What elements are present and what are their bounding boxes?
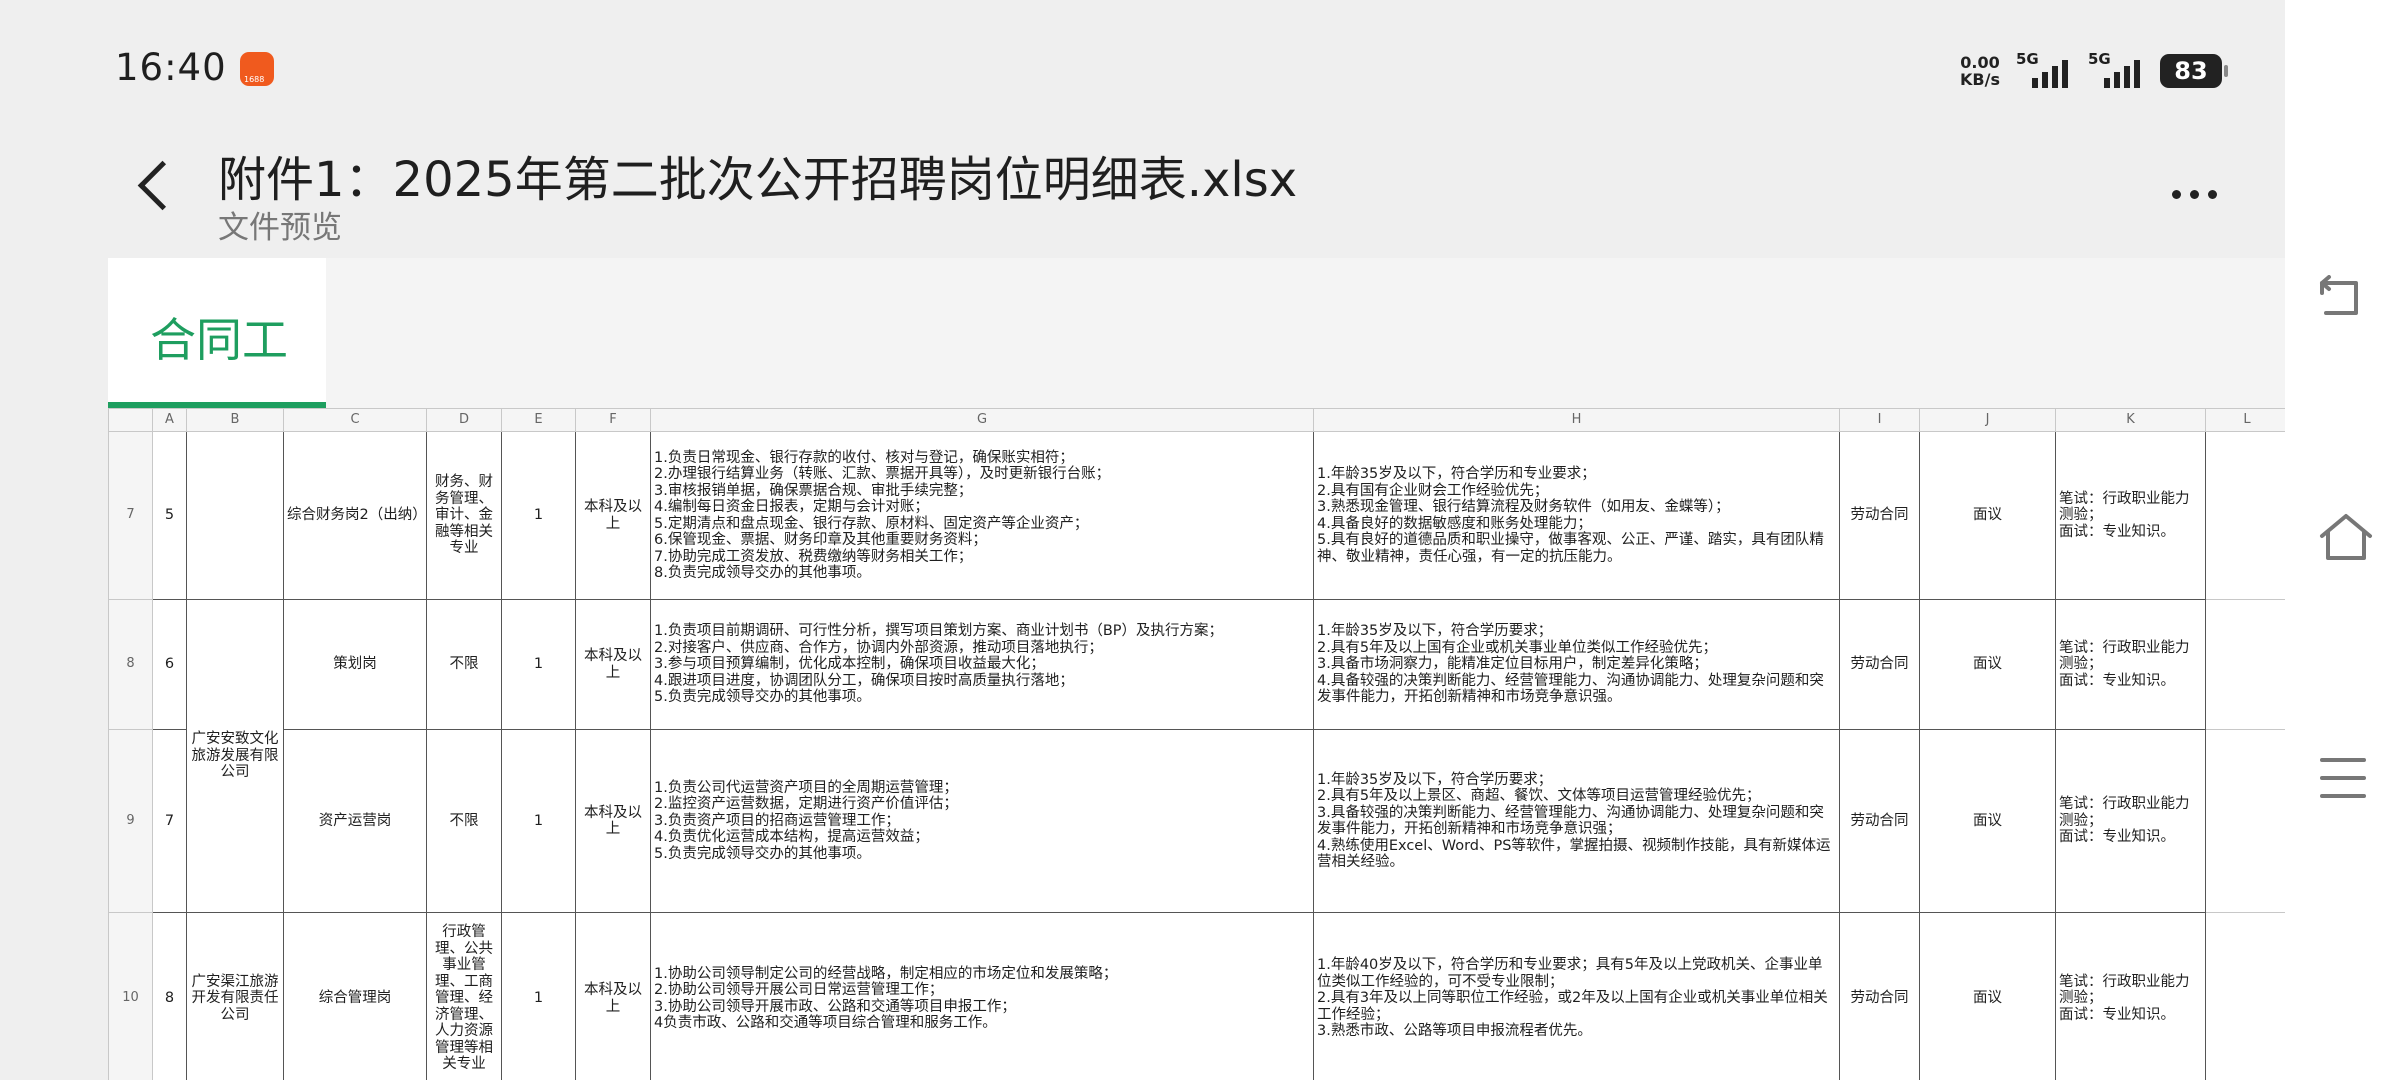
- row-header[interactable]: 9: [108, 729, 153, 913]
- cell-k[interactable]: 笔试：行政职业能力测验； 面试：专业知识。: [2055, 729, 2206, 913]
- column-header[interactable]: K: [2055, 408, 2206, 432]
- cell-j[interactable]: 面议: [1919, 729, 2056, 913]
- column-header[interactable]: C: [283, 408, 427, 432]
- cell-l[interactable]: [2205, 729, 2285, 913]
- sheet-tab-contract-worker[interactable]: 合同工: [108, 258, 326, 408]
- cell-j[interactable]: 面议: [1919, 912, 2056, 1080]
- return-icon[interactable]: [2318, 275, 2364, 321]
- spreadsheet-grid[interactable]: A B C D E F G H I J K L 7 5 综合财务岗2（出纳） 财…: [108, 408, 2285, 1080]
- cell-e[interactable]: 1: [501, 599, 576, 730]
- column-header[interactable]: L: [2205, 408, 2285, 432]
- table-row: 7 5 综合财务岗2（出纳） 财务、财务管理、审计、金融等相关专业 1 本科及以…: [108, 431, 2285, 600]
- cell-c[interactable]: 策划岗: [283, 599, 427, 730]
- cell-b-merged-company[interactable]: 广安安致文化旅游发展有限公司: [186, 599, 284, 913]
- row-header[interactable]: 10: [108, 912, 153, 1080]
- cell-h[interactable]: 1.年龄40岁及以下，符合学历和专业要求；具有5年及以上党政机关、企事业单位类似…: [1313, 912, 1840, 1080]
- page-subtitle: 文件预览: [218, 210, 342, 246]
- cell-e[interactable]: 1: [501, 912, 576, 1080]
- cell-l[interactable]: [2205, 431, 2285, 600]
- column-header[interactable]: J: [1919, 408, 2056, 432]
- cell-f[interactable]: 本科及以上: [575, 912, 651, 1080]
- cell-a[interactable]: 7: [152, 729, 187, 913]
- cell-i[interactable]: 劳动合同: [1839, 599, 1920, 730]
- cell-g[interactable]: 1.负责日常现金、银行存款的收付、核对与登记，确保账实相符； 2.办理银行结算业…: [650, 431, 1314, 600]
- cell-j[interactable]: 面议: [1919, 599, 2056, 730]
- spreadsheet-table: A B C D E F G H I J K L 7 5 综合财务岗2（出纳） 财…: [108, 408, 2285, 1080]
- battery-icon: 83: [2159, 54, 2228, 88]
- cell-a[interactable]: 5: [152, 431, 187, 600]
- cell-h[interactable]: 1.年龄35岁及以下，符合学历和专业要求； 2.具有国有企业财会工作经验优先； …: [1313, 431, 1840, 600]
- app-notification-icon: [240, 52, 274, 86]
- sheet-tabbar: [108, 258, 2285, 408]
- cell-l[interactable]: [2205, 912, 2285, 1080]
- table-row: 8 6 广安安致文化旅游发展有限公司 策划岗 不限 1 本科及以上 1.负责项目…: [108, 599, 2285, 913]
- column-header-row: A B C D E F G H I J K L: [108, 408, 2285, 432]
- cell-c[interactable]: 综合财务岗2（出纳）: [283, 431, 427, 600]
- table-row: 10 8 广安渠江旅游开发有限责任公司 综合管理岗 行政管理、公共事业管理、工商…: [108, 912, 2285, 1080]
- column-header[interactable]: I: [1839, 408, 1920, 432]
- cell-k[interactable]: 笔试：行政职业能力测验； 面试：专业知识。: [2055, 912, 2206, 1080]
- cell-f[interactable]: 本科及以上: [575, 729, 651, 913]
- cell-k[interactable]: 笔试：行政职业能力测验； 面试：专业知识。: [2055, 431, 2206, 600]
- cell-f[interactable]: 本科及以上: [575, 599, 651, 730]
- column-header[interactable]: B: [186, 408, 284, 432]
- home-icon[interactable]: [2318, 510, 2374, 566]
- cell-a[interactable]: 6: [152, 599, 187, 730]
- column-header[interactable]: A: [152, 408, 187, 432]
- signal-5g-icon: 5G: [2016, 50, 2072, 88]
- cell-d[interactable]: 不限: [426, 599, 502, 730]
- column-header[interactable]: H: [1313, 408, 1840, 432]
- column-header[interactable]: E: [501, 408, 576, 432]
- cell-k[interactable]: 笔试：行政职业能力测验； 面试：专业知识。: [2055, 599, 2206, 730]
- more-options-icon[interactable]: [2172, 190, 2217, 199]
- menu-icon[interactable]: [2320, 758, 2366, 798]
- table-row: 9 7 资产运营岗 不限 1 本科及以上 1.负责公司代运营资产项目的全周期运营…: [108, 729, 2285, 913]
- cell-g[interactable]: 1.负责公司代运营资产项目的全周期运营管理； 2.监控资产运营数据，定期进行资产…: [650, 729, 1314, 913]
- cell-j[interactable]: 面议: [1919, 431, 2056, 600]
- cell-d[interactable]: 行政管理、公共事业管理、工商管理、经济管理、人力资源管理等相关专业: [426, 912, 502, 1080]
- cell-g[interactable]: 1.负责项目前期调研、可行性分析，撰写项目策划方案、商业计划书（BP）及执行方案…: [650, 599, 1314, 730]
- page-title: 附件1：2025年第二批次公开招聘岗位明细表.xlsx: [218, 152, 1298, 208]
- cell-g[interactable]: 1.协助公司领导制定公司的经营战略，制定相应的市场定位和发展策略； 2.协助公司…: [650, 912, 1314, 1080]
- cell-e[interactable]: 1: [501, 431, 576, 600]
- file-preview-screen: 16:40 0.00 KB/s 5G 5G 83 附件1：2025年第二批次公开…: [0, 0, 2285, 1080]
- cell-d[interactable]: 财务、财务管理、审计、金融等相关专业: [426, 431, 502, 600]
- column-header[interactable]: D: [426, 408, 502, 432]
- cell-d[interactable]: 不限: [426, 729, 502, 913]
- row-header[interactable]: 7: [108, 431, 153, 600]
- column-header[interactable]: F: [575, 408, 651, 432]
- cell-i[interactable]: 劳动合同: [1839, 431, 1920, 600]
- cell-a[interactable]: 8: [152, 912, 187, 1080]
- cell-b[interactable]: 广安渠江旅游开发有限责任公司: [186, 912, 284, 1080]
- cell-c[interactable]: 资产运营岗: [283, 729, 427, 913]
- cell-c[interactable]: 综合管理岗: [283, 912, 427, 1080]
- cell-b[interactable]: [186, 431, 284, 600]
- corner-cell[interactable]: [108, 408, 153, 432]
- status-indicators: 0.00 KB/s 5G 5G 83: [1960, 50, 2228, 92]
- cell-h[interactable]: 1.年龄35岁及以下，符合学历要求； 2.具有5年及以上景区、商超、餐饮、文体等…: [1313, 729, 1840, 913]
- cell-h[interactable]: 1.年龄35岁及以下，符合学历要求； 2.具有5年及以上国有企业或机关事业单位类…: [1313, 599, 1840, 730]
- signal-5g-icon-2: 5G: [2088, 50, 2144, 88]
- cell-i[interactable]: 劳动合同: [1839, 729, 1920, 913]
- status-time: 16:40: [115, 46, 227, 89]
- network-speed: 0.00 KB/s: [1960, 53, 2000, 89]
- cell-l[interactable]: [2205, 599, 2285, 730]
- row-header[interactable]: 8: [108, 599, 153, 730]
- column-header[interactable]: G: [650, 408, 1314, 432]
- cell-i[interactable]: 劳动合同: [1839, 912, 1920, 1080]
- back-arrow-icon[interactable]: [137, 160, 188, 211]
- cell-f[interactable]: 本科及以上: [575, 431, 651, 600]
- cell-e[interactable]: 1: [501, 729, 576, 913]
